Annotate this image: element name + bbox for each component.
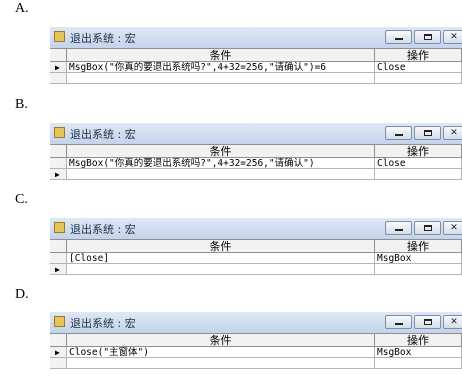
close-icon: ✕: [450, 128, 458, 138]
macro-grid: 条件 操作 ▶ MsgBox("你真的要退出系统吗?",4+32=256,"请确…: [50, 48, 462, 92]
window-titlebar: 退出系统 : 宏 ✕: [50, 27, 462, 48]
row-selector-header: [50, 240, 67, 253]
action-column-header: 操作: [375, 334, 462, 347]
maximize-icon: [424, 34, 432, 40]
table-row[interactable]: [50, 358, 462, 369]
action-cell[interactable]: MsgBox: [375, 347, 462, 358]
table-row[interactable]: [Close] MsgBox: [50, 253, 462, 264]
window-titlebar: 退出系统 : 宏 ✕: [50, 312, 462, 333]
action-column-header: 操作: [375, 240, 462, 253]
maximize-button[interactable]: [414, 30, 441, 44]
option-c-label: C.: [15, 192, 28, 207]
macro-window-c: 退出系统 : 宏 ✕ 条件 操作 [Close] MsgBox ▶: [50, 218, 462, 283]
option-a-label: A.: [15, 1, 29, 16]
macro-window-b: 退出系统 : 宏 ✕ 条件 操作 MsgBox("你真的要退出系统吗?",4+3…: [50, 123, 462, 188]
condition-cell[interactable]: [67, 264, 375, 275]
action-column-header: 操作: [375, 49, 462, 62]
macro-icon: [54, 222, 65, 233]
condition-cell[interactable]: [67, 73, 375, 84]
macro-grid: 条件 操作 ▶ Close("主窗体") MsgBox: [50, 333, 462, 377]
minimize-button[interactable]: [385, 221, 412, 235]
record-indicator-icon[interactable]: ▶: [50, 264, 67, 275]
table-row[interactable]: ▶ MsgBox("你真的要退出系统吗?",4+32=256,"请确认")=6 …: [50, 62, 462, 73]
table-row[interactable]: ▶ Close("主窗体") MsgBox: [50, 347, 462, 358]
record-indicator-icon[interactable]: [50, 158, 67, 169]
macro-grid: 条件 操作 [Close] MsgBox ▶: [50, 239, 462, 283]
minimize-button[interactable]: [385, 315, 412, 329]
record-indicator-icon[interactable]: [50, 73, 67, 84]
row-selector-header: [50, 334, 67, 347]
action-cell[interactable]: MsgBox: [375, 253, 462, 264]
table-row[interactable]: ▶: [50, 264, 462, 275]
close-button[interactable]: ✕: [443, 221, 462, 235]
macro-icon: [54, 31, 65, 42]
maximize-button[interactable]: [414, 221, 441, 235]
action-cell[interactable]: Close: [375, 158, 462, 169]
condition-column-header: 条件: [67, 145, 375, 158]
maximize-icon: [424, 225, 432, 231]
window-titlebar: 退出系统 : 宏 ✕: [50, 123, 462, 144]
window-title: 退出系统 : 宏: [70, 317, 136, 330]
close-icon: ✕: [450, 223, 458, 233]
macro-window-a: 退出系统 : 宏 ✕ 条件 操作 ▶ MsgBox("你真的要退出系统吗?",4…: [50, 27, 462, 92]
row-selector-header: [50, 145, 67, 158]
close-button[interactable]: ✕: [443, 30, 462, 44]
window-title: 退出系统 : 宏: [70, 32, 136, 45]
condition-cell[interactable]: Close("主窗体"): [67, 347, 375, 358]
row-selector-header: [50, 49, 67, 62]
minimize-icon: [395, 229, 403, 231]
maximize-icon: [424, 319, 432, 325]
table-row[interactable]: MsgBox("你真的要退出系统吗?",4+32=256,"请确认") Clos…: [50, 158, 462, 169]
minimize-button[interactable]: [385, 126, 412, 140]
close-button[interactable]: ✕: [443, 126, 462, 140]
action-cell[interactable]: Close: [375, 62, 462, 73]
minimize-icon: [395, 323, 403, 325]
table-row[interactable]: [50, 73, 462, 84]
macro-icon: [54, 316, 65, 327]
record-indicator-icon[interactable]: ▶: [50, 169, 67, 180]
condition-cell[interactable]: [67, 169, 375, 180]
action-column-header: 操作: [375, 145, 462, 158]
macro-icon: [54, 127, 65, 138]
minimize-button[interactable]: [385, 30, 412, 44]
table-row[interactable]: ▶: [50, 169, 462, 180]
record-indicator-icon[interactable]: ▶: [50, 62, 67, 73]
macro-grid: 条件 操作 MsgBox("你真的要退出系统吗?",4+32=256,"请确认"…: [50, 144, 462, 188]
macro-window-d: 退出系统 : 宏 ✕ 条件 操作 ▶ Close("主窗体") MsgBox: [50, 312, 462, 377]
condition-cell[interactable]: MsgBox("你真的要退出系统吗?",4+32=256,"请确认"): [67, 158, 375, 169]
record-indicator-icon[interactable]: ▶: [50, 347, 67, 358]
condition-cell[interactable]: [67, 358, 375, 369]
close-icon: ✕: [450, 32, 458, 42]
action-cell[interactable]: [375, 358, 462, 369]
condition-column-header: 条件: [67, 49, 375, 62]
minimize-icon: [395, 38, 403, 40]
condition-cell[interactable]: MsgBox("你真的要退出系统吗?",4+32=256,"请确认")=6: [67, 62, 375, 73]
minimize-icon: [395, 134, 403, 136]
option-d-label: D.: [15, 287, 29, 302]
record-indicator-icon[interactable]: [50, 358, 67, 369]
close-icon: ✕: [450, 317, 458, 327]
window-title: 退出系统 : 宏: [70, 128, 136, 141]
window-titlebar: 退出系统 : 宏 ✕: [50, 218, 462, 239]
condition-column-header: 条件: [67, 334, 375, 347]
record-indicator-icon[interactable]: [50, 253, 67, 264]
close-button[interactable]: ✕: [443, 315, 462, 329]
condition-cell[interactable]: [Close]: [67, 253, 375, 264]
maximize-button[interactable]: [414, 315, 441, 329]
action-cell[interactable]: [375, 169, 462, 180]
window-title: 退出系统 : 宏: [70, 223, 136, 236]
maximize-button[interactable]: [414, 126, 441, 140]
maximize-icon: [424, 130, 432, 136]
action-cell[interactable]: [375, 264, 462, 275]
action-cell[interactable]: [375, 73, 462, 84]
option-b-label: B.: [15, 97, 28, 112]
condition-column-header: 条件: [67, 240, 375, 253]
